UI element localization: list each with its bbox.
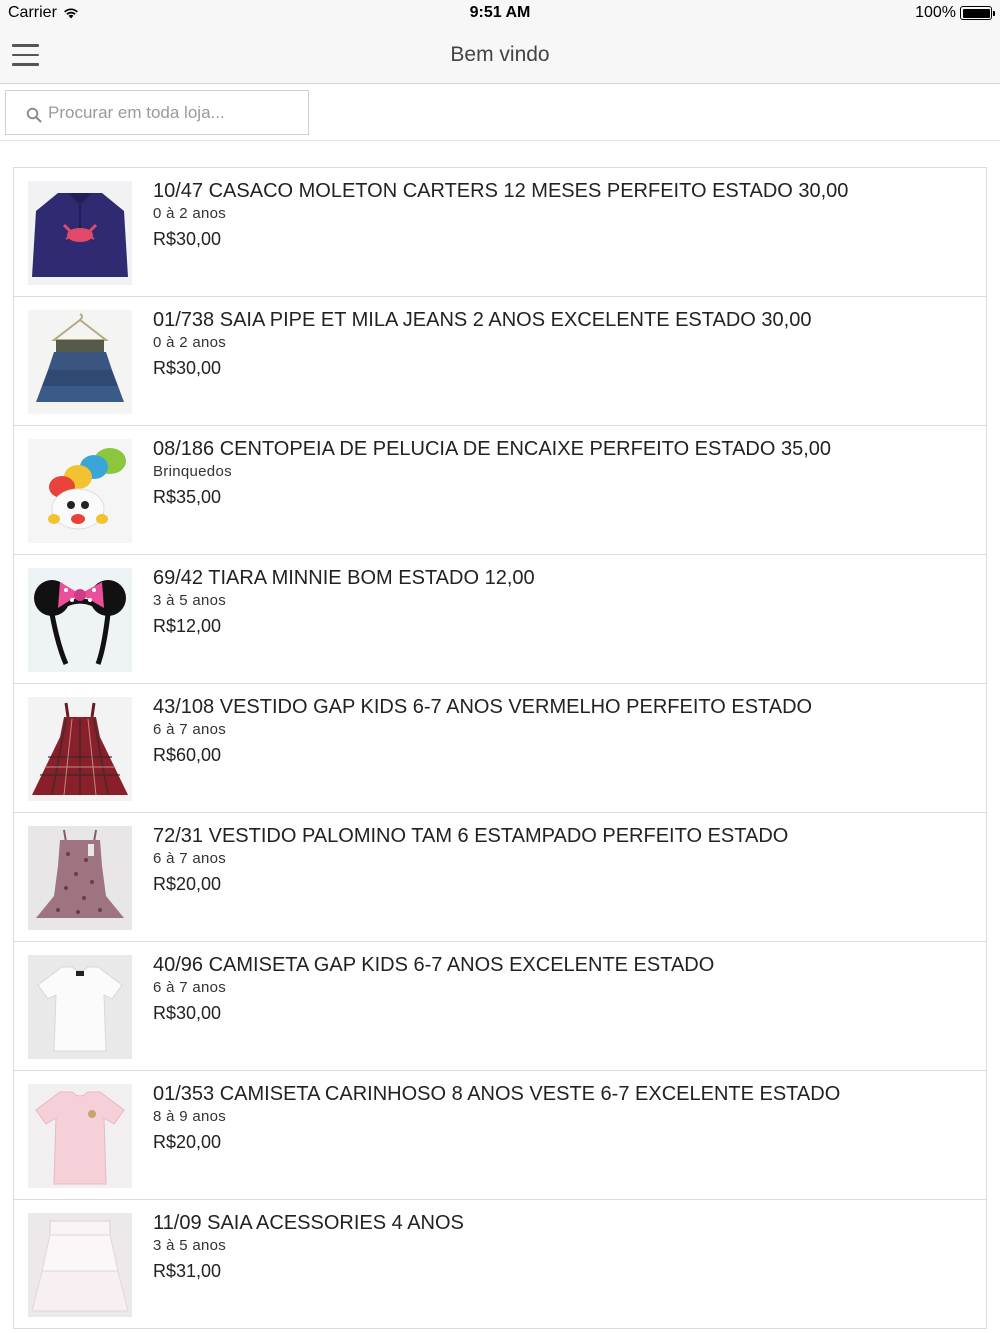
product-thumbnail [28, 181, 132, 285]
product-category: 6 à 7 anos [153, 850, 227, 867]
page-title: Bem vindo [450, 43, 550, 66]
product-category: 3 à 5 anos [153, 592, 227, 609]
product-category: 3 à 5 anos [153, 1237, 227, 1254]
product-title: 10/47 CASACO MOLETON CARTERS 12 MESES PE… [153, 180, 849, 202]
product-category: 0 à 2 anos [153, 205, 227, 222]
product-price: R$60,00 [153, 745, 222, 765]
product-thumbnail [28, 955, 132, 1059]
product-title: 11/09 SAIA ACESSORIES 4 ANOS [153, 1212, 464, 1234]
product-item[interactable]: 08/186 CENTOPEIA DE PELUCIA DE ENCAIXE P… [14, 426, 986, 555]
product-item[interactable]: 69/42 TIARA MINNIE BOM ESTADO 12,00 3 à … [14, 555, 986, 684]
search-box[interactable] [5, 90, 309, 135]
product-thumbnail [28, 439, 132, 543]
battery-percent: 100% [915, 4, 956, 21]
product-price: R$30,00 [153, 1003, 222, 1023]
product-title: 08/186 CENTOPEIA DE PELUCIA DE ENCAIXE P… [153, 438, 832, 460]
product-thumbnail [28, 310, 132, 414]
battery-indicator: 100% [915, 4, 995, 22]
search-bar [0, 84, 1000, 141]
product-category: 0 à 2 anos [153, 334, 227, 351]
product-title: 72/31 VESTIDO PALOMINO TAM 6 ESTAMPADO P… [153, 825, 789, 847]
product-thumbnail [28, 568, 132, 672]
product-thumbnail [28, 697, 132, 801]
product-item[interactable]: 43/108 VESTIDO GAP KIDS 6-7 ANOS VERMELH… [14, 684, 986, 813]
search-icon [26, 107, 42, 122]
product-title: 69/42 TIARA MINNIE BOM ESTADO 12,00 [153, 567, 535, 589]
product-item[interactable]: 40/96 CAMISETA GAP KIDS 6-7 ANOS EXCELEN… [14, 942, 986, 1071]
product-price: R$30,00 [153, 229, 222, 249]
product-title: 01/353 CAMISETA CARINHOSO 8 ANOS VESTE 6… [153, 1083, 841, 1105]
product-thumbnail [28, 1213, 132, 1317]
product-title: 43/108 VESTIDO GAP KIDS 6-7 ANOS VERMELH… [153, 696, 813, 718]
product-thumbnail [28, 1084, 132, 1188]
product-thumbnail [28, 826, 132, 930]
product-price: R$31,00 [153, 1261, 222, 1281]
product-list: 10/47 CASACO MOLETON CARTERS 12 MESES PE… [13, 167, 987, 1329]
product-item[interactable]: 01/738 SAIA PIPE ET MILA JEANS 2 ANOS EX… [14, 297, 986, 426]
product-price: R$30,00 [153, 358, 222, 378]
navigation-bar: Bem vindo [0, 28, 1000, 84]
product-price: R$12,00 [153, 616, 222, 636]
product-price: R$35,00 [153, 487, 222, 507]
product-title: 01/738 SAIA PIPE ET MILA JEANS 2 ANOS EX… [153, 309, 812, 331]
product-category: 6 à 7 anos [153, 721, 227, 738]
product-category: Brinquedos [153, 463, 232, 480]
status-time: 9:51 AM [469, 4, 531, 21]
status-bar: Carrier 9:51 AM 100% [0, 0, 1000, 28]
product-title: 40/96 CAMISETA GAP KIDS 6-7 ANOS EXCELEN… [153, 954, 715, 976]
product-price: R$20,00 [153, 874, 222, 894]
product-category: 6 à 7 anos [153, 979, 227, 996]
product-price: R$20,00 [153, 1132, 222, 1152]
product-category: 8 à 9 anos [153, 1108, 227, 1125]
product-item[interactable]: 01/353 CAMISETA CARINHOSO 8 ANOS VESTE 6… [14, 1071, 986, 1200]
battery-icon [960, 6, 995, 20]
search-input[interactable] [48, 102, 298, 123]
product-item[interactable]: 10/47 CASACO MOLETON CARTERS 12 MESES PE… [14, 168, 986, 297]
product-item[interactable]: 11/09 SAIA ACESSORIES 4 ANOS 3 à 5 anos … [14, 1200, 986, 1329]
product-item[interactable]: 72/31 VESTIDO PALOMINO TAM 6 ESTAMPADO P… [14, 813, 986, 942]
